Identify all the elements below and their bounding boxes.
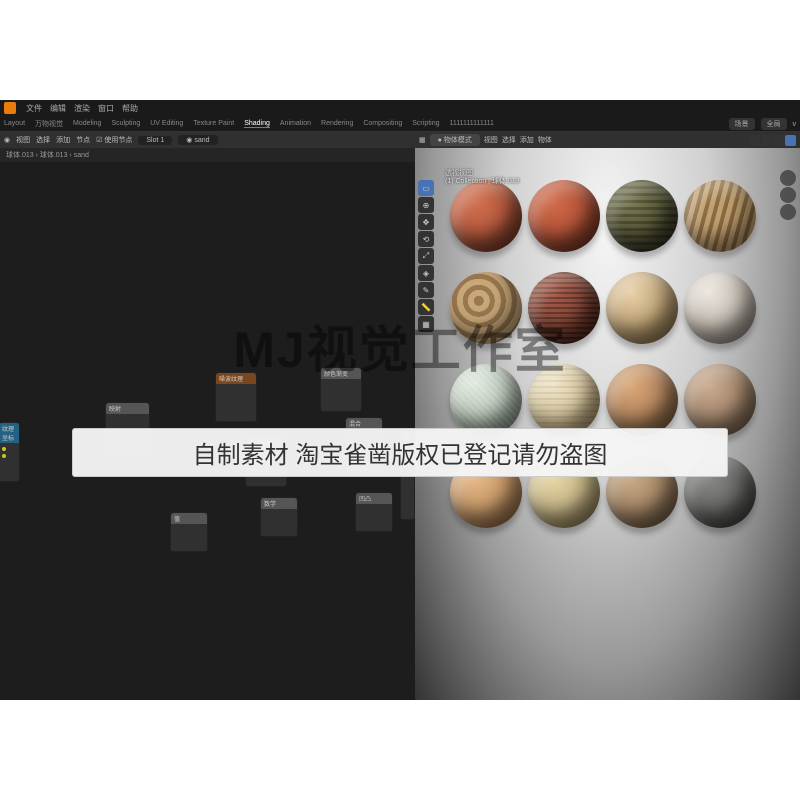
material-sphere[interactable]: [684, 456, 756, 528]
tab-rendering[interactable]: Rendering: [321, 120, 353, 127]
node-canvas[interactable]: 纹理坐标 映射 噪波纹理 噪波纹理 颜色渐变: [0, 162, 415, 700]
menubar: 文件 编辑 渲染 窗口 帮助: [0, 100, 800, 116]
vp-add[interactable]: 添加: [520, 135, 534, 145]
scene-controls: 场景 全局 v: [729, 116, 797, 132]
tab-layout[interactable]: Layout: [4, 120, 25, 127]
tab-modeling[interactable]: Modeling: [73, 120, 101, 127]
vp-view[interactable]: 视图: [484, 135, 498, 145]
node-texcoord[interactable]: 纹理坐标: [0, 422, 20, 482]
material-sphere[interactable]: [684, 180, 756, 252]
material-sphere[interactable]: [684, 272, 756, 344]
tab-scripting[interactable]: Scripting: [412, 120, 439, 127]
nh-node[interactable]: 节点: [76, 135, 90, 145]
material-sphere[interactable]: [528, 456, 600, 528]
slot-selector[interactable]: Slot 1: [138, 136, 172, 145]
scene-selector[interactable]: 场景: [729, 118, 755, 130]
material-sphere[interactable]: [528, 272, 600, 344]
menu-window[interactable]: 窗口: [98, 103, 114, 114]
tool-rotate-icon[interactable]: ⟲: [418, 231, 434, 247]
tool-scale-icon[interactable]: ⤢: [418, 248, 434, 264]
blender-window: 文件 编辑 渲染 窗口 帮助 Layout 万物视觉 Modeling Scul…: [0, 100, 800, 700]
material-sphere-grid: [450, 180, 762, 548]
shade-rendered-icon[interactable]: [785, 135, 796, 146]
tool-annotate-icon[interactable]: ✎: [418, 282, 434, 298]
node-colorramp[interactable]: 颜色渐变: [320, 367, 362, 412]
nh-add[interactable]: 添加: [56, 135, 70, 145]
editor-type-icon[interactable]: ◉: [4, 136, 10, 144]
tool-cursor-icon[interactable]: ⊕: [418, 197, 434, 213]
tab-animation[interactable]: Animation: [280, 120, 311, 127]
viewport-gizmos: [780, 170, 796, 220]
tab-shading[interactable]: Shading: [244, 120, 270, 128]
mode-selector[interactable]: ● 物体模式: [430, 134, 480, 146]
material-sphere[interactable]: [606, 180, 678, 252]
shade-solid-icon[interactable]: [761, 135, 772, 146]
blender-logo-icon[interactable]: [4, 102, 16, 114]
node-editor-panel: ◉ 视图 选择 添加 节点 ☑ 使用节点 Slot 1 ◉ sand 球体.01…: [0, 132, 415, 700]
viewlayer-selector[interactable]: 全局: [761, 118, 787, 130]
tool-move-icon[interactable]: ✥: [418, 214, 434, 230]
viewport-3d[interactable]: 透视视图 (1) Collection | 球体.013 ▭ ⊕ ✥ ⟲ ⤢ ◈…: [415, 148, 800, 700]
dropdown-icon[interactable]: v: [793, 121, 797, 128]
nav-gizmo-icon[interactable]: [780, 170, 796, 186]
tab-sculpting[interactable]: Sculpting: [111, 120, 140, 127]
shade-matprev-icon[interactable]: [773, 135, 784, 146]
shade-wire-icon[interactable]: [749, 135, 760, 146]
tab-texpaint[interactable]: Texture Paint: [193, 120, 234, 127]
tab-custom[interactable]: 万物视觉: [35, 119, 63, 129]
node-bump[interactable]: 凹凸: [355, 492, 393, 532]
tool-transform-icon[interactable]: ◈: [418, 265, 434, 281]
tab-compositing[interactable]: Compositing: [363, 120, 402, 127]
camera-gizmo-icon[interactable]: [780, 204, 796, 220]
zoom-gizmo-icon[interactable]: [780, 187, 796, 203]
breadcrumb: 球体.013 › 球体.013 › sand: [0, 148, 415, 162]
node-mix[interactable]: 混合: [345, 417, 383, 472]
node-noise2[interactable]: 噪波纹理: [245, 437, 287, 487]
menu-help[interactable]: 帮助: [122, 103, 138, 114]
node-wires: [0, 162, 300, 312]
material-sphere[interactable]: [528, 180, 600, 252]
tab-uv[interactable]: UV Editing: [150, 120, 183, 127]
material-selector[interactable]: ◉ sand: [178, 135, 217, 145]
material-sphere[interactable]: [606, 456, 678, 528]
viewport-panel: ▦ ● 物体模式 视图 选择 添加 物体 透视视图 (1) Collection…: [415, 132, 800, 700]
vp-select[interactable]: 选择: [502, 135, 516, 145]
use-nodes-toggle[interactable]: ☑ 使用节点: [96, 135, 132, 145]
nh-view[interactable]: 视图: [16, 135, 30, 145]
shading-buttons: [749, 135, 796, 146]
material-sphere[interactable]: [606, 272, 678, 344]
material-sphere[interactable]: [450, 180, 522, 252]
node-value[interactable]: 值: [170, 512, 208, 552]
main-split: ◉ 视图 选择 添加 节点 ☑ 使用节点 Slot 1 ◉ sand 球体.01…: [0, 132, 800, 700]
letterbox-top: [0, 0, 800, 100]
material-sphere[interactable]: [684, 364, 756, 436]
material-sphere[interactable]: [450, 456, 522, 528]
node-editor-header: ◉ 视图 选择 添加 节点 ☑ 使用节点 Slot 1 ◉ sand: [0, 132, 415, 148]
menu-render[interactable]: 渲染: [74, 103, 90, 114]
menu-file[interactable]: 文件: [26, 103, 42, 114]
tool-addcube-icon[interactable]: ▦: [418, 316, 434, 332]
nh-select[interactable]: 选择: [36, 135, 50, 145]
viewport-header: ▦ ● 物体模式 视图 选择 添加 物体: [415, 132, 800, 148]
tool-measure-icon[interactable]: 📏: [418, 299, 434, 315]
material-sphere[interactable]: [450, 272, 522, 344]
workspace-tabs: Layout 万物视觉 Modeling Sculpting UV Editin…: [0, 116, 800, 132]
node-math[interactable]: 数学: [260, 497, 298, 537]
node-mapping[interactable]: 映射: [105, 402, 150, 457]
material-sphere[interactable]: [606, 364, 678, 436]
viewport-overlay-text: 透视视图 (1) Collection | 球体.013: [445, 170, 520, 187]
node-noise1[interactable]: 噪波纹理: [215, 372, 257, 422]
vp-object[interactable]: 物体: [538, 135, 552, 145]
letterbox-bottom: [0, 700, 800, 800]
viewport-toolbar: ▭ ⊕ ✥ ⟲ ⤢ ◈ ✎ 📏 ▦: [418, 180, 434, 332]
node-bsdf[interactable]: 原理化BSDF: [400, 430, 415, 520]
material-sphere[interactable]: [450, 364, 522, 436]
menu-edit[interactable]: 编辑: [50, 103, 66, 114]
tab-extra[interactable]: 1111111111111: [450, 120, 494, 127]
tool-select-icon[interactable]: ▭: [418, 180, 434, 196]
vp-editor-icon[interactable]: ▦: [419, 136, 426, 144]
material-sphere[interactable]: [528, 364, 600, 436]
